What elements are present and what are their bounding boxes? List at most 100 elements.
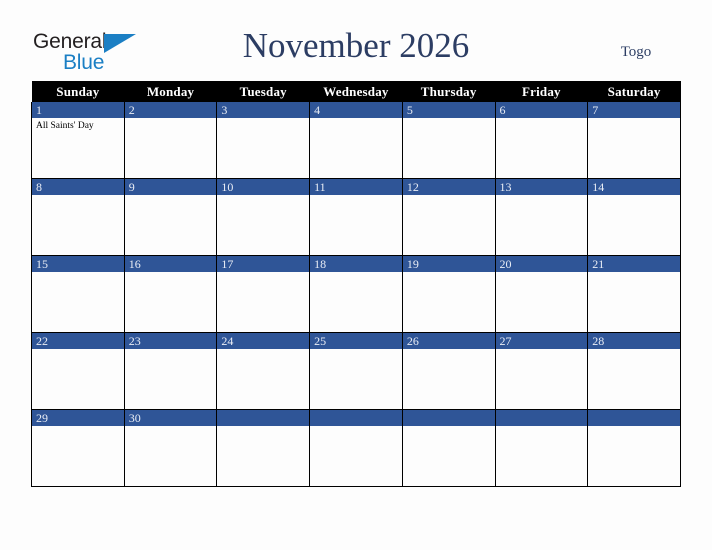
calendar-day-cell[interactable]: 4	[309, 102, 403, 179]
day-events: All Saints' Day	[32, 118, 124, 132]
day-events	[403, 349, 495, 352]
day-events	[588, 272, 680, 275]
day-events	[32, 195, 124, 198]
day-events	[588, 195, 680, 198]
day-number: 6	[495, 102, 588, 118]
calendar-week-row: 15 16 17 18 19 20 21	[31, 255, 681, 333]
calendar-empty-cell[interactable]	[587, 409, 681, 487]
calendar-day-cell[interactable]: 17	[216, 255, 311, 333]
calendar-day-cell[interactable]: 18	[309, 255, 403, 333]
calendar-day-cell[interactable]: 5	[401, 102, 496, 179]
calendar-day-cell[interactable]: 2	[123, 102, 218, 179]
day-events	[496, 426, 588, 429]
day-events	[496, 118, 588, 121]
day-number: 5	[402, 102, 495, 118]
calendar-day-cell[interactable]: 23	[123, 332, 218, 410]
day-events	[125, 118, 217, 121]
calendar-day-cell[interactable]: 1 All Saints' Day	[31, 102, 125, 179]
day-number: 29	[32, 410, 124, 426]
weekday-header-row: Sunday Monday Tuesday Wednesday Thursday…	[31, 81, 681, 102]
day-events	[403, 118, 495, 121]
calendar-day-cell[interactable]: 8	[31, 178, 125, 256]
calendar-empty-cell[interactable]	[216, 409, 311, 487]
weekday-header-monday: Monday	[124, 81, 217, 102]
day-number: 4	[310, 102, 402, 118]
day-events	[310, 426, 402, 429]
day-number: 10	[217, 179, 310, 195]
day-events	[125, 426, 217, 429]
day-number: 26	[402, 333, 495, 349]
holiday-label: All Saints' Day	[36, 121, 94, 131]
calendar-day-cell[interactable]: 11	[309, 178, 403, 256]
calendar-day-cell[interactable]: 28	[587, 332, 681, 410]
day-number: 28	[588, 333, 680, 349]
calendar-week-row: 1 All Saints' Day 2 3 4 5 6 7	[31, 102, 681, 179]
calendar-day-cell[interactable]: 14	[587, 178, 681, 256]
calendar-day-cell[interactable]: 16	[123, 255, 218, 333]
calendar-day-cell[interactable]: 13	[494, 178, 589, 256]
calendar-day-cell[interactable]: 3	[216, 102, 311, 179]
calendar-day-cell[interactable]: 30	[123, 409, 218, 487]
calendar-day-cell[interactable]: 19	[401, 255, 496, 333]
day-number: 9	[124, 179, 217, 195]
day-events	[310, 195, 402, 198]
weekday-header-friday: Friday	[495, 81, 588, 102]
day-events	[496, 349, 588, 352]
day-number: 7	[588, 102, 680, 118]
calendar-empty-cell[interactable]	[494, 409, 589, 487]
day-number: 2	[124, 102, 217, 118]
calendar-header-row-group: Sunday Monday Tuesday Wednesday Thursday…	[31, 81, 681, 102]
day-events	[125, 349, 217, 352]
day-number	[217, 410, 310, 426]
calendar-body: 1 All Saints' Day 2 3 4 5 6 7 8 9 10 11 12 13 14 15 16 17…	[31, 102, 681, 487]
day-events	[217, 195, 309, 198]
calendar-day-cell[interactable]: 25	[309, 332, 403, 410]
day-number	[310, 410, 402, 426]
calendar-day-cell[interactable]: 29	[31, 409, 125, 487]
day-events	[125, 195, 217, 198]
weekday-header-tuesday: Tuesday	[216, 81, 310, 102]
calendar-day-cell[interactable]: 9	[123, 178, 218, 256]
calendar-page: General Blue November 2026 Togo Sunday M…	[0, 0, 712, 550]
calendar-day-cell[interactable]: 21	[587, 255, 681, 333]
day-number	[402, 410, 495, 426]
day-number: 15	[32, 256, 124, 272]
calendar-empty-cell[interactable]	[309, 409, 403, 487]
calendar-day-cell[interactable]: 20	[494, 255, 589, 333]
day-number: 18	[310, 256, 402, 272]
weekday-header-thursday: Thursday	[402, 81, 496, 102]
day-events	[403, 426, 495, 429]
day-events	[588, 426, 680, 429]
calendar-day-cell[interactable]: 24	[216, 332, 311, 410]
day-events	[496, 195, 588, 198]
calendar-week-row: 29 30	[31, 409, 681, 487]
calendar-day-cell[interactable]: 10	[216, 178, 311, 256]
day-events	[496, 272, 588, 275]
calendar-day-cell[interactable]: 22	[31, 332, 125, 410]
calendar-day-cell[interactable]: 26	[401, 332, 496, 410]
day-number: 3	[217, 102, 310, 118]
weekday-header-wednesday: Wednesday	[309, 81, 403, 102]
day-number: 17	[217, 256, 310, 272]
day-number: 21	[588, 256, 680, 272]
day-number: 1	[32, 102, 124, 118]
country-label: Togo	[620, 44, 652, 60]
day-events	[310, 272, 402, 275]
day-events	[588, 349, 680, 352]
day-events	[403, 195, 495, 198]
day-events	[217, 426, 309, 429]
day-number	[588, 410, 680, 426]
day-number: 11	[310, 179, 402, 195]
calendar-day-cell[interactable]: 7	[587, 102, 681, 179]
calendar-day-cell[interactable]: 12	[401, 178, 496, 256]
weekday-header-saturday: Saturday	[587, 81, 681, 102]
calendar-empty-cell[interactable]	[401, 409, 496, 487]
calendar-day-cell[interactable]: 27	[494, 332, 589, 410]
calendar-day-cell[interactable]: 15	[31, 255, 125, 333]
calendar-day-cell[interactable]: 6	[494, 102, 589, 179]
day-number: 19	[402, 256, 495, 272]
day-events	[217, 272, 309, 275]
day-number: 14	[588, 179, 680, 195]
day-number: 24	[217, 333, 310, 349]
day-events	[310, 349, 402, 352]
